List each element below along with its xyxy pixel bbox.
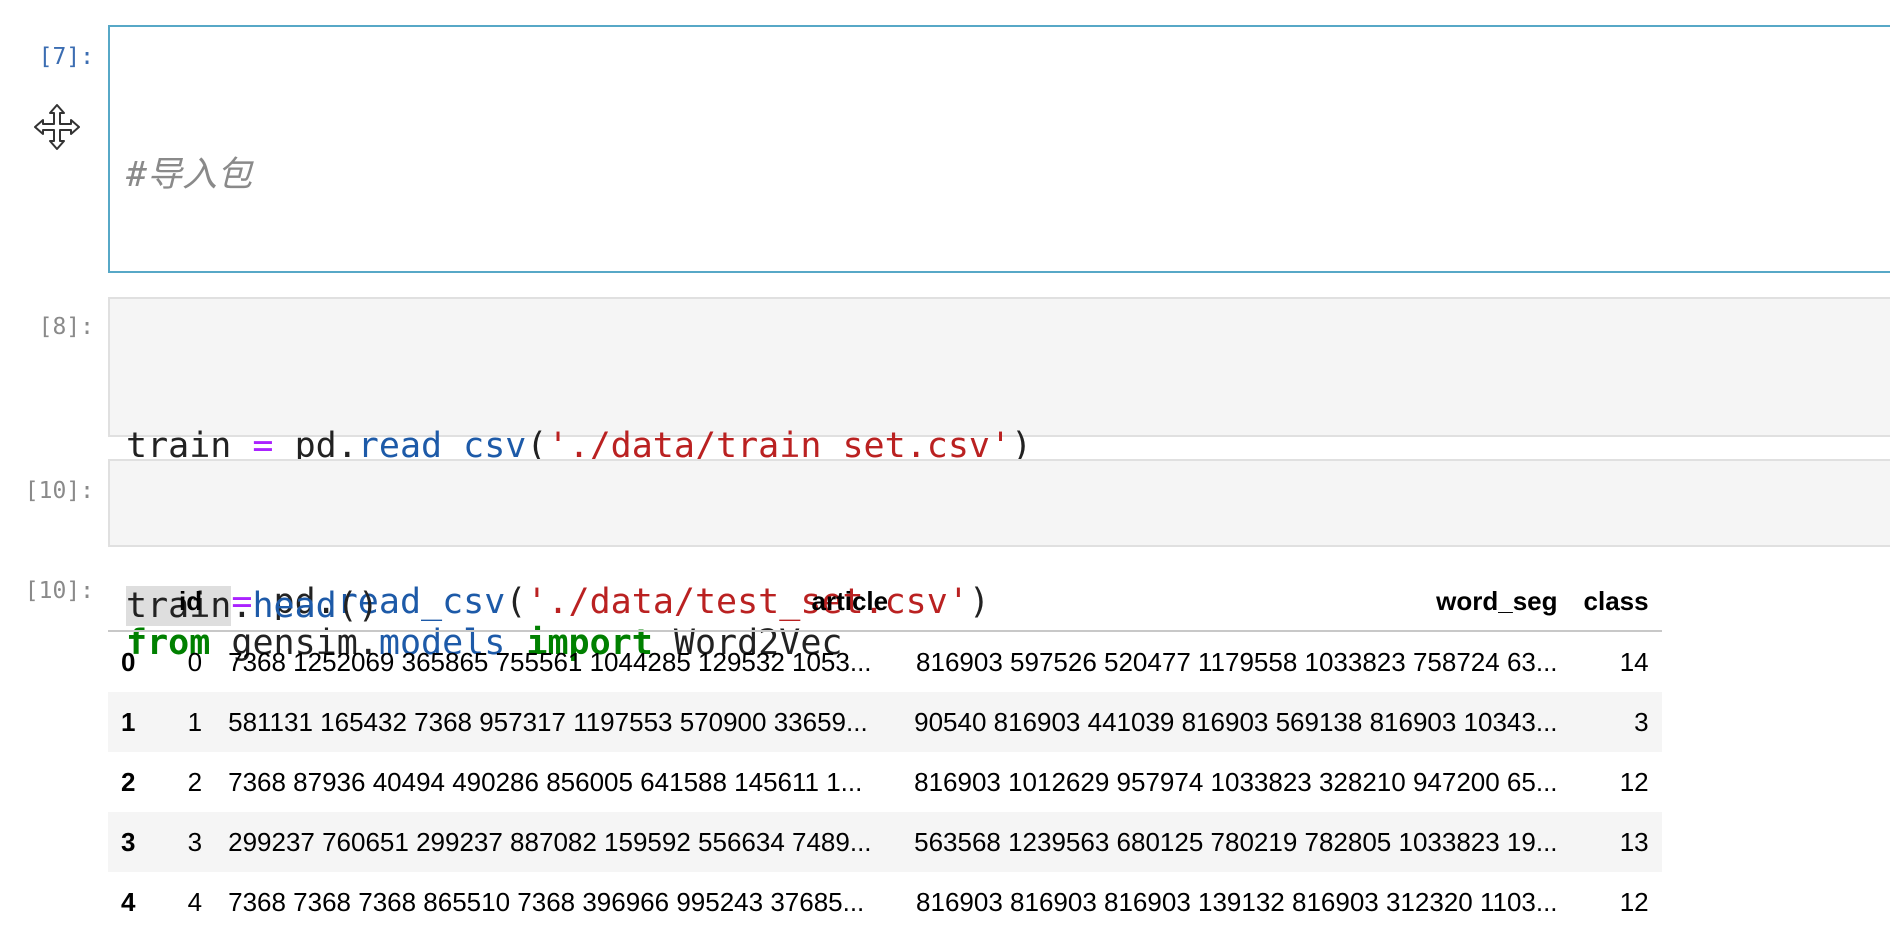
dataframe-output: id article word_seg class 0 0 7368 1252069… [108,572,1662,932]
table-row: 3 3 299237 760651 299237 887082 159592 556… [108,812,1662,872]
cell-class: 12 [1619,886,1649,917]
cell-article: 581131 165432 7368 957317 1197553 570900… [228,706,868,737]
code-editor-head[interactable]: train.head() [108,459,1890,626]
code-editor-imports[interactable]: #导入包 import pandas as pd import numpy as… [108,25,1890,663]
output-prompt: [10]: [24,578,94,604]
cell-class: 12 [1619,766,1649,797]
cell-prompt: [7]: [38,44,94,70]
cell-article: 7368 87936 40494 490286 856005 641588 14… [228,766,863,797]
cell-id: 0 [187,646,203,677]
column-header-class: class [1570,572,1662,632]
table-row: 2 2 7368 87936 40494 490286 856005 641588 … [108,752,1662,812]
table-row: 1 1 581131 165432 7368 957317 1197553 5709… [108,692,1662,752]
cell-id: 3 [187,826,203,857]
column-header-article: article [215,572,902,632]
cell-id: 1 [187,706,203,737]
row-index: 1 [121,706,136,737]
cell-prompt: [10]: [24,478,94,504]
cell-word-seg: 816903 1012629 957974 1033823 328210 947… [914,766,1558,797]
cell-word-seg: 90540 816903 441039 816903 569138 816903… [914,706,1558,737]
cell-word-seg: 816903 597526 520477 1179558 1033823 758… [916,646,1558,677]
table-header-row: id article word_seg class [108,572,1662,632]
cell-word-seg: 816903 816903 816903 139132 816903 31232… [916,886,1558,917]
cell-class: 3 [1634,706,1649,737]
cell-class: 13 [1619,826,1649,857]
cell-article: 7368 1252069 365865 755561 1044285 12953… [228,646,872,677]
code-line-comment: #导入包 [126,155,253,195]
column-header-word-seg: word_seg [901,572,1571,632]
row-index: 0 [121,646,136,677]
move-cursor-icon [34,104,80,150]
row-index: 4 [121,886,136,917]
column-header-id: id [166,572,216,632]
cell-class: 14 [1619,646,1649,677]
cell-word-seg: 563568 1239563 680125 780219 782805 1033… [914,826,1558,857]
index-header [108,572,166,632]
code-editor-read-csv[interactable]: train = pd.read_csv('./data/train_set.cs… [108,297,1890,622]
cell-article: 7368 7368 7368 865510 7368 396966 995243… [228,886,865,917]
row-index: 3 [121,826,136,857]
cell-prompt: [8]: [38,314,94,340]
cell-id: 2 [187,766,203,797]
table-row: 4 4 7368 7368 7368 865510 7368 396966 9952… [108,872,1662,932]
table-row: 0 0 7368 1252069 365865 755561 1044285 129… [108,631,1662,692]
cell-article: 299237 760651 299237 887082 159592 55663… [228,826,872,857]
row-index: 2 [121,766,136,797]
cell-id: 4 [187,886,203,917]
